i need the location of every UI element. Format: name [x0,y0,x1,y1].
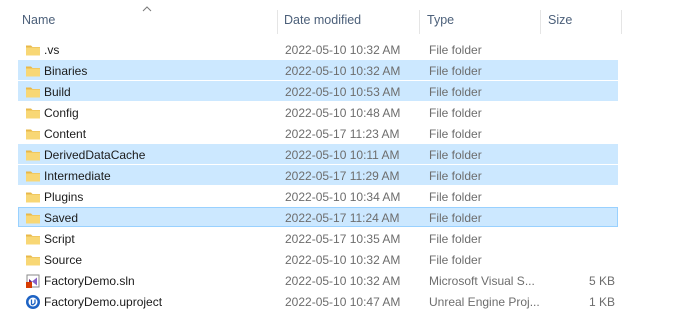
file-size [541,187,615,207]
file-date-modified: 2022-05-10 10:32 AM [285,64,401,78]
file-row[interactable]: Build 2022-05-10 10:53 AM File folder [18,81,618,101]
file-date-modified: 2022-05-10 10:53 AM [285,85,401,99]
file-type: File folder [429,169,482,183]
file-row[interactable]: Saved 2022-05-17 11:24 AM File folder [18,207,618,227]
file-row[interactable]: Config 2022-05-10 10:48 AM File folder [18,102,618,122]
file-name: Build [44,85,71,99]
file-row[interactable]: .vs 2022-05-10 10:32 AM File folder [18,39,618,59]
folder-icon [26,108,40,119]
folder-icon [26,150,40,161]
file-type: File folder [429,148,482,162]
file-type: File folder [429,253,482,267]
folder-icon [26,255,40,266]
folder-icon [26,45,40,56]
file-name: Intermediate [44,169,111,183]
folder-icon [26,171,40,182]
file-name: Content [44,127,87,141]
file-row[interactable]: Binaries 2022-05-10 10:32 AM File folder [18,60,618,80]
column-header-type[interactable]: Type [421,0,539,40]
file-size [541,82,615,102]
column-divider[interactable] [419,10,420,34]
file-size: 1 KB [588,295,615,309]
file-name: Source [44,253,83,267]
file-date-modified: 2022-05-17 11:24 AM [285,211,400,225]
file-size [541,124,615,144]
file-size [541,250,615,270]
file-name: .vs [44,43,60,57]
file-date-modified: 2022-05-10 10:32 AM [285,43,401,57]
file-type: File folder [429,64,482,78]
column-header-date-modified[interactable]: Date modified [278,0,418,40]
file-type: File folder [429,85,482,99]
file-row[interactable]: Intermediate 2022-05-17 11:29 AM File fold… [18,165,618,185]
file-date-modified: 2022-05-10 10:32 AM [285,253,401,267]
folder-icon [26,234,40,245]
file-date-modified: 2022-05-10 10:47 AM [285,295,401,309]
file-name: FactoryDemo.uproject [44,295,163,309]
column-header-size[interactable]: Size [540,0,620,40]
file-row[interactable]: DerivedDataCache 2022-05-10 10:11 AM File … [18,144,618,164]
file-row[interactable]: Script 2022-05-17 10:35 AM File folder [18,228,618,248]
file-date-modified: 2022-05-17 11:29 AM [285,169,400,183]
file-type: Unreal Engine Proj... [429,295,539,309]
unreal-engine-icon [26,295,40,309]
file-date-modified: 2022-05-10 10:48 AM [285,106,401,120]
file-row[interactable]: Content 2022-05-17 11:23 AM File folder [18,123,618,143]
file-type: File folder [429,106,482,120]
file-row[interactable]: FactoryDemo.uproject 2022-05-10 10:47 AM U… [18,291,618,311]
file-name: Saved [44,211,79,225]
file-name: DerivedDataCache [44,148,146,162]
folder-icon [26,192,40,203]
file-date-modified: 2022-05-10 10:11 AM [285,148,400,162]
file-size [541,208,615,228]
file-name: Config [44,106,79,120]
file-size [541,166,615,186]
file-row[interactable]: FactoryDemo.sln 2022-05-10 10:32 AM Micros… [18,270,618,290]
file-date-modified: 2022-05-17 11:23 AM [285,127,400,141]
file-name: Binaries [44,64,88,78]
visual-studio-solution-icon [26,274,40,288]
file-type: Microsoft Visual S... [429,274,535,288]
file-name: Script [44,232,75,246]
column-divider[interactable] [621,10,622,34]
file-size: 5 KB [588,274,615,288]
folder-icon [26,87,40,98]
column-header-name[interactable]: Name [16,0,276,40]
file-row[interactable]: Source 2022-05-10 10:32 AM File folder [18,249,618,269]
file-type: File folder [429,43,482,57]
file-type: File folder [429,232,482,246]
file-type: File folder [429,190,482,204]
file-size [541,61,615,81]
folder-icon [26,66,40,77]
file-name: Plugins [44,190,84,204]
folder-icon [26,129,40,140]
file-type: File folder [429,211,482,225]
file-name: FactoryDemo.sln [44,274,135,288]
file-type: File folder [429,127,482,141]
file-date-modified: 2022-05-10 10:34 AM [285,190,401,204]
file-row[interactable]: Plugins 2022-05-10 10:34 AM File folder [18,186,618,206]
file-date-modified: 2022-05-10 10:32 AM [285,274,401,288]
file-size [541,229,615,249]
folder-icon [26,213,40,224]
file-date-modified: 2022-05-17 10:35 AM [285,232,401,246]
file-size [541,40,615,60]
column-header-bar: Name Date modified Type Size [0,0,679,40]
file-size [541,145,615,165]
file-size [541,103,615,123]
